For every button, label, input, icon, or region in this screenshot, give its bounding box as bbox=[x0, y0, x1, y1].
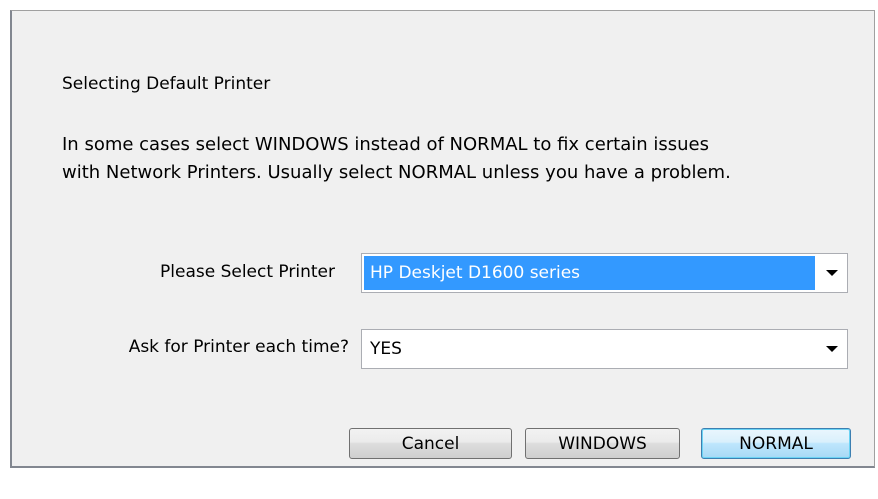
normal-button[interactable]: NORMAL bbox=[701, 428, 851, 459]
printer-dropdown-button[interactable] bbox=[816, 254, 847, 292]
chevron-down-icon bbox=[825, 270, 838, 276]
dialog-heading: Selecting Default Printer bbox=[62, 74, 271, 94]
printer-select-dropdown[interactable]: HP Deskjet D1600 series bbox=[361, 253, 848, 293]
ask-dropdown-button[interactable] bbox=[816, 330, 847, 368]
chevron-down-icon bbox=[825, 346, 838, 352]
cancel-button[interactable]: Cancel bbox=[349, 428, 512, 459]
ask-printer-value: YES bbox=[370, 339, 402, 359]
printer-dialog: Selecting Default Printer In some cases … bbox=[10, 10, 875, 468]
description-line-2: with Network Printers. Usually select NO… bbox=[62, 162, 731, 183]
printer-select-value: HP Deskjet D1600 series bbox=[364, 256, 815, 290]
description-line-1: In some cases select WINDOWS instead of … bbox=[62, 134, 709, 155]
printer-select-label: Please Select Printer bbox=[160, 262, 335, 282]
windows-button[interactable]: WINDOWS bbox=[525, 428, 680, 459]
ask-printer-dropdown[interactable]: YES bbox=[361, 329, 848, 369]
dialog-description: In some cases select WINDOWS instead of … bbox=[62, 131, 862, 187]
ask-printer-label: Ask for Printer each time? bbox=[128, 337, 349, 357]
